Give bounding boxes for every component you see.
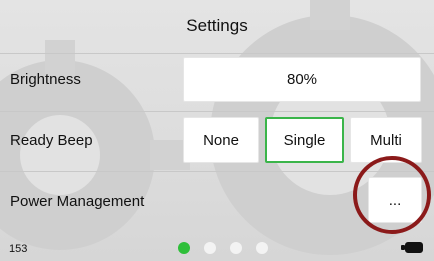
divider bbox=[0, 111, 434, 112]
page-title: Settings bbox=[186, 16, 248, 35]
page-dot-3[interactable] bbox=[230, 242, 242, 254]
highlight-ring bbox=[353, 156, 431, 234]
device-screen: Settings Brightness 80% Ready Beep None … bbox=[0, 0, 434, 261]
ready-beep-label: Ready Beep bbox=[10, 132, 93, 149]
beep-option-single[interactable]: Single bbox=[265, 117, 344, 163]
page-dot-2[interactable] bbox=[204, 242, 216, 254]
brightness-button[interactable]: 80% bbox=[183, 57, 421, 102]
beep-option-none[interactable]: None bbox=[183, 117, 259, 163]
page-dot-4[interactable] bbox=[256, 242, 268, 254]
power-management-label: Power Management bbox=[10, 193, 145, 210]
brightness-label: Brightness bbox=[10, 71, 81, 88]
battery-icon bbox=[405, 242, 423, 253]
footer-number: 153 bbox=[9, 243, 28, 255]
divider bbox=[0, 53, 434, 54]
page-dot-1[interactable] bbox=[178, 242, 190, 254]
